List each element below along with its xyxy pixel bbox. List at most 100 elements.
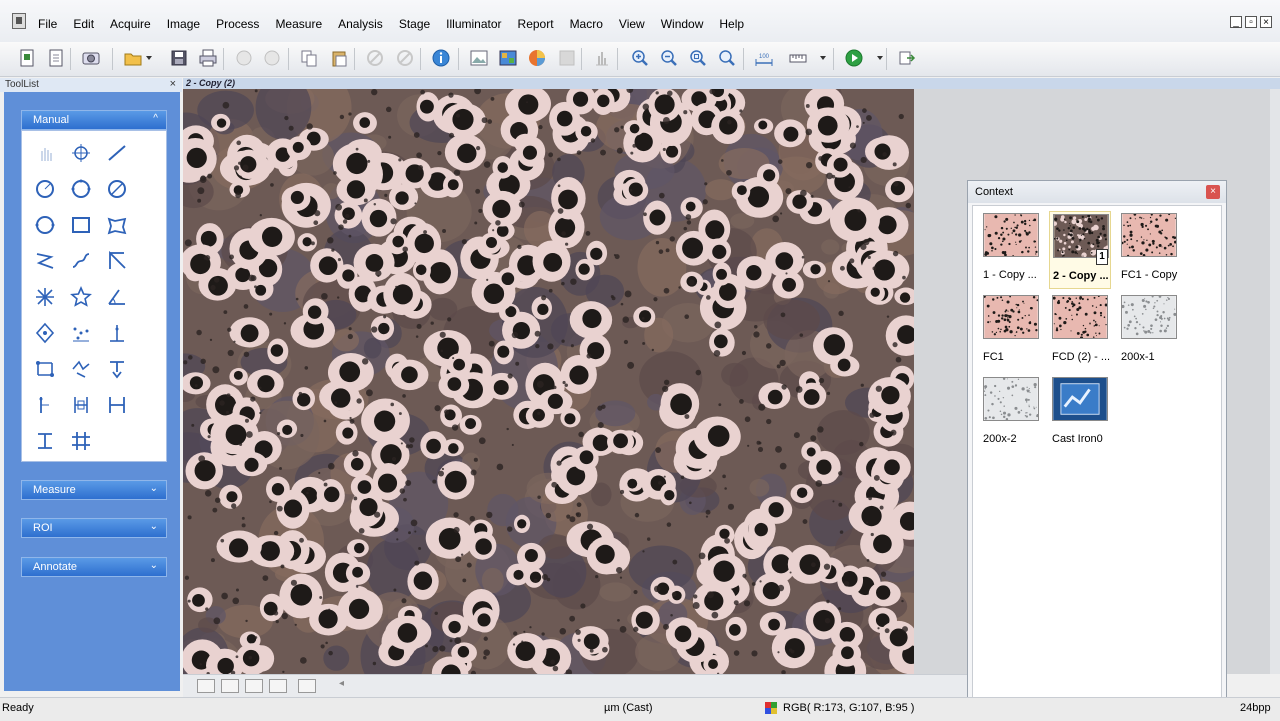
view-fit-button[interactable] [298, 679, 316, 693]
transform-icon[interactable] [31, 355, 59, 383]
calibration-icon[interactable] [787, 47, 809, 69]
copy-icon[interactable] [298, 47, 320, 69]
polyline-icon[interactable] [31, 247, 59, 275]
menu-measure[interactable]: Measure [267, 16, 330, 32]
thumbnail-item[interactable]: FC1 [980, 293, 1042, 371]
grid-icon[interactable] [67, 427, 95, 455]
thumbnail-item[interactable]: 200x-2 [980, 375, 1042, 453]
thumbnail-label: FC1 [983, 351, 1004, 363]
thumbnail-item[interactable]: Cast Iron0 [1049, 375, 1111, 453]
dropdown-arrow-icon[interactable] [820, 56, 826, 60]
path-icon[interactable] [67, 355, 95, 383]
image-c-icon[interactable] [526, 47, 548, 69]
menu-window[interactable]: Window [653, 16, 712, 32]
save-document-icon[interactable] [45, 47, 67, 69]
restore-button[interactable]: ▫ [1245, 16, 1257, 28]
menu-report[interactable]: Report [510, 16, 562, 32]
star-cross-icon[interactable] [31, 283, 59, 311]
zoom-fit-icon[interactable] [687, 47, 709, 69]
freehand-rect-icon[interactable] [103, 211, 131, 239]
open-folder-icon[interactable] [122, 47, 144, 69]
disabled-c-icon[interactable] [556, 47, 578, 69]
vertical-dim-icon[interactable] [31, 391, 59, 419]
zoom-actual-icon[interactable] [716, 47, 738, 69]
minimize-button[interactable]: _ [1230, 16, 1242, 28]
thumbnail-item[interactable]: FCD (2) - ... [1049, 293, 1111, 371]
circle-points-icon[interactable] [67, 175, 95, 203]
view-cascade-button[interactable] [269, 679, 287, 693]
menu-illuminator[interactable]: Illuminator [438, 16, 509, 32]
polygon-circle-icon[interactable] [31, 211, 59, 239]
circle-icon[interactable] [31, 175, 59, 203]
t-cross-icon[interactable] [31, 427, 59, 455]
dropdown-arrow-icon[interactable] [146, 56, 152, 60]
zoom-out-icon[interactable] [658, 47, 680, 69]
vertical-measure-icon[interactable] [103, 319, 131, 347]
app-icon[interactable] [12, 13, 26, 29]
context-titlebar[interactable]: Context × [968, 181, 1226, 203]
menu-analysis[interactable]: Analysis [330, 16, 391, 32]
section-annotate[interactable]: Annotate ⌄ [21, 557, 167, 577]
curve-icon[interactable] [67, 247, 95, 275]
document-tab[interactable]: 2 - Copy (2) [183, 78, 1280, 89]
dimension-bracket-icon[interactable] [67, 391, 95, 419]
thumbnail-item[interactable]: 1 - Copy ... [980, 211, 1042, 289]
play-icon[interactable] [843, 47, 865, 69]
star-icon[interactable] [67, 283, 95, 311]
image-b-icon[interactable] [497, 47, 519, 69]
toolbar-separator [70, 48, 71, 70]
angle-lines-icon[interactable] [103, 247, 131, 275]
view-single-button[interactable] [197, 679, 215, 693]
section-measure[interactable]: Measure ⌄ [21, 480, 167, 500]
rectangle-icon[interactable] [67, 211, 95, 239]
undo-icon[interactable] [233, 47, 255, 69]
histogram-icon[interactable] [591, 47, 613, 69]
redo-icon[interactable] [261, 47, 283, 69]
menu-acquire[interactable]: Acquire [102, 16, 159, 32]
micrograph-image[interactable] [183, 89, 914, 674]
menu-macro[interactable]: Macro [562, 16, 611, 32]
thumbnail-item[interactable]: 1 2 - Copy ... [1049, 211, 1111, 289]
menu-help[interactable]: Help [711, 16, 752, 32]
toollist-close-button[interactable]: × [170, 78, 176, 90]
context-close-button[interactable]: × [1206, 185, 1220, 199]
scroll-left-icon[interactable]: ◂ [339, 678, 344, 689]
polygon-nodes-icon[interactable] [31, 319, 59, 347]
horizontal-dim-icon[interactable] [103, 391, 131, 419]
section-manual[interactable]: Manual ^ [21, 110, 167, 130]
menu-image[interactable]: Image [159, 16, 208, 32]
line-icon[interactable] [103, 139, 131, 167]
dropdown-arrow-icon[interactable] [877, 56, 883, 60]
section-roi[interactable]: ROI ⌄ [21, 518, 167, 538]
export-icon[interactable] [896, 47, 918, 69]
thumbnail-item[interactable]: 200x-1 [1118, 293, 1180, 371]
save-icon[interactable] [168, 47, 190, 69]
new-document-icon[interactable] [16, 47, 38, 69]
scatter-points-icon[interactable] [67, 319, 95, 347]
image-a-icon[interactable] [468, 47, 490, 69]
hand-icon[interactable] [31, 139, 59, 167]
text-pointer-icon[interactable] [103, 355, 131, 383]
camera-icon[interactable] [80, 47, 102, 69]
view-tile-button[interactable] [245, 679, 263, 693]
info-icon[interactable] [430, 47, 452, 69]
menu-file[interactable]: File [30, 16, 65, 32]
section-manual-label: Manual [33, 114, 70, 126]
disabled-a-icon[interactable] [364, 47, 386, 69]
menu-edit[interactable]: Edit [65, 16, 102, 32]
angle-icon[interactable] [103, 283, 131, 311]
menu-stage[interactable]: Stage [391, 16, 438, 32]
close-button[interactable]: × [1260, 16, 1272, 28]
thumbnail-item[interactable]: FC1 - Copy [1118, 211, 1180, 289]
zoom-in-icon[interactable] [629, 47, 651, 69]
menu-process[interactable]: Process [208, 16, 267, 32]
view-grid-button[interactable] [221, 679, 239, 693]
circle-diameter-icon[interactable] [103, 175, 131, 203]
menu-view[interactable]: View [611, 16, 653, 32]
crosshair-icon[interactable] [67, 139, 95, 167]
scale-100-icon[interactable]: 100 [753, 47, 775, 69]
vertical-scrollbar[interactable] [1270, 89, 1280, 674]
print-icon[interactable] [197, 47, 219, 69]
paste-icon[interactable] [328, 47, 350, 69]
disabled-b-icon[interactable] [394, 47, 416, 69]
